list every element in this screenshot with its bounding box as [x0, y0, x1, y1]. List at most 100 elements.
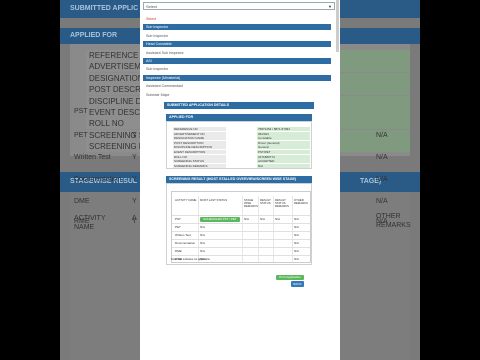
designation-select-value: Select: [146, 4, 158, 9]
table-cell-other: N/A: [294, 257, 300, 261]
dropdown-option[interactable]: Sub Inspector: [143, 33, 331, 39]
detail-label: POST DESCRIPTION: [173, 140, 226, 145]
table-cell-other: N/A: [294, 233, 300, 237]
table-column-divider: [292, 196, 293, 262]
dropdown-option[interactable]: Sub Inspector: [143, 24, 331, 31]
table-cell-other: N/A: [294, 217, 300, 221]
dropdown-option[interactable]: Inspector (Ministerial): [143, 74, 331, 81]
detail-row: SCREENING STATUS ACCEPTED: [173, 159, 310, 164]
bg-table-a: Y: [132, 218, 137, 225]
detail-label: ROLL NO: [173, 154, 226, 159]
detail-value: N/A: [257, 163, 310, 168]
bg-field-value: [340, 61, 410, 73]
detail-label: SCREENING STATUS: [173, 159, 226, 164]
table-note: Note: N/A indicates not applicable.: [171, 258, 211, 261]
dropdown-option[interactable]: Sub Inspector: [143, 66, 331, 72]
detail-row: ADVERTISEMENT NO 06/2024: [173, 131, 310, 136]
detail-label: DESIGNATION NAME: [173, 136, 226, 141]
table-header-cell: OTHER REMARKS: [294, 198, 308, 206]
table-row-divider: [172, 247, 310, 248]
screening-table: ACTIVITY NAME MOST LAST STATUS STAGE WISE …: [171, 191, 311, 263]
applied-for-panel: REFERENCE NO 75871254 / 8871-57094 ADVERTI…: [166, 121, 312, 169]
bg-table-activity: PET: [74, 132, 88, 139]
detail-row: POST DESCRIPTION Driver (General): [173, 140, 310, 145]
designation-select[interactable]: Select ▼: [143, 2, 335, 10]
submitted-details-header: SUBMITTED APPLICATION DETAILS: [164, 102, 314, 109]
bg-table-activity: RME: [74, 218, 90, 225]
table-cell-name: Documentation: [175, 241, 196, 245]
detail-row: DISCIPLINE DESCRIPTION General: [173, 145, 310, 150]
table-column-divider: [242, 196, 243, 262]
detail-value: 2471880774: [257, 154, 310, 159]
detail-row: ROLL NO 2471880774: [173, 154, 310, 159]
table-cell-result: N/A: [260, 217, 266, 221]
bg-table-other: N/A: [376, 198, 388, 205]
detail-row: SCREENING REMARKS N/A: [173, 163, 310, 168]
dropdown-option[interactable]: ASI: [143, 58, 331, 64]
bg-field-value: [340, 95, 410, 107]
dropdown-option[interactable]: Assistant Commandant: [143, 83, 331, 89]
detail-value: Driver (General): [257, 140, 310, 145]
bg-table-a: Y: [132, 198, 137, 205]
detail-value: 75871254 / 8871-57094: [257, 127, 310, 131]
table-header-cell: MOST LAST STATUS: [200, 198, 228, 202]
table-column-divider: [258, 196, 259, 262]
bg-table-a: Y: [132, 132, 137, 139]
table-cell-name: PST: [175, 217, 181, 221]
table-header-cell: STAGE WISE REMARKS: [244, 198, 258, 209]
applied-for-header: APPLIED FOR: [166, 114, 312, 121]
table-cell-other: N/A: [294, 225, 300, 229]
detail-value: ACCEPTED: [257, 159, 310, 164]
scheduled-pst-button[interactable]: SCHEDULED PST / PET: [200, 217, 240, 222]
detail-value: General: [257, 145, 310, 150]
bg-table-a: Y: [132, 154, 137, 161]
dropdown-option[interactable]: Assistant Sub Inspector: [143, 50, 331, 56]
table-header-cell: RESULT STATUS REMARKS: [275, 198, 289, 209]
table-row-divider: [172, 215, 310, 216]
table-row-divider: [172, 255, 310, 256]
bg-field-value: [340, 129, 410, 141]
detail-label: DISCIPLINE DESCRIPTION: [173, 145, 226, 150]
bg-table-activity: Documentation: [74, 176, 122, 183]
detail-label: EVENT DESCRIPTION: [173, 150, 226, 154]
detail-label: REFERENCE NO: [173, 127, 226, 131]
bg-table-other: N/A: [376, 132, 388, 139]
dropdown-option[interactable]: Select: [143, 16, 331, 22]
bg-field-value: [340, 84, 410, 96]
table-cell-status: N/A: [200, 249, 206, 253]
bg-table-other: N/A: [376, 218, 388, 225]
detail-label: SCREENING REMARKS: [173, 163, 226, 168]
table-header-cell: ACTIVITY NAME: [175, 198, 197, 202]
dropdown-scrollbar[interactable]: [336, 0, 339, 52]
dropdown-option[interactable]: Subedar Major: [143, 92, 331, 98]
detail-label: ADVERTISEMENT NO: [173, 131, 226, 136]
chevron-down-icon: ▼: [328, 4, 332, 9]
screening-result-header: SCREENING RESULT (MOST STALLED OVERVIEW/…: [166, 176, 312, 183]
dropdown-option[interactable]: Head Constable: [143, 41, 331, 48]
bg-table-activity: PST: [74, 108, 88, 115]
table-column-divider: [273, 196, 274, 262]
print-application-button[interactable]: Print Application: [276, 275, 304, 280]
table-cell-name: DME: [175, 249, 182, 253]
detail-row: EVENT DESCRIPTION PST/PET: [173, 150, 310, 154]
table-cell-other: N/A: [294, 241, 300, 245]
bg-table-activity: DME: [74, 198, 90, 205]
table-cell-name: Written Test: [175, 233, 191, 237]
bg-table-activity: Written Test: [74, 154, 111, 161]
table-cell-status: N/A: [200, 241, 206, 245]
detail-value: PST/PET: [257, 150, 310, 154]
bg-table-other: N/A: [376, 176, 388, 183]
back-button[interactable]: BACK: [291, 281, 304, 287]
detail-row: REFERENCE NO 75871254 / 8871-57094: [173, 127, 310, 131]
bg-field-value: [340, 72, 410, 84]
screening-result-panel: ACTIVITY NAME MOST LAST STATUS STAGE WISE …: [166, 183, 312, 265]
table-cell-status: N/A: [200, 233, 206, 237]
table-column-divider: [198, 196, 199, 262]
detail-value: 06/2024: [257, 131, 310, 136]
table-header-cell: RESULT STATUS: [260, 198, 271, 206]
detail-value: Constable: [257, 136, 310, 141]
bg-field-value: [340, 50, 410, 61]
bg-table-a: Y: [132, 176, 137, 183]
table-cell-name: PET: [175, 225, 181, 229]
table-row-divider: [172, 231, 310, 232]
